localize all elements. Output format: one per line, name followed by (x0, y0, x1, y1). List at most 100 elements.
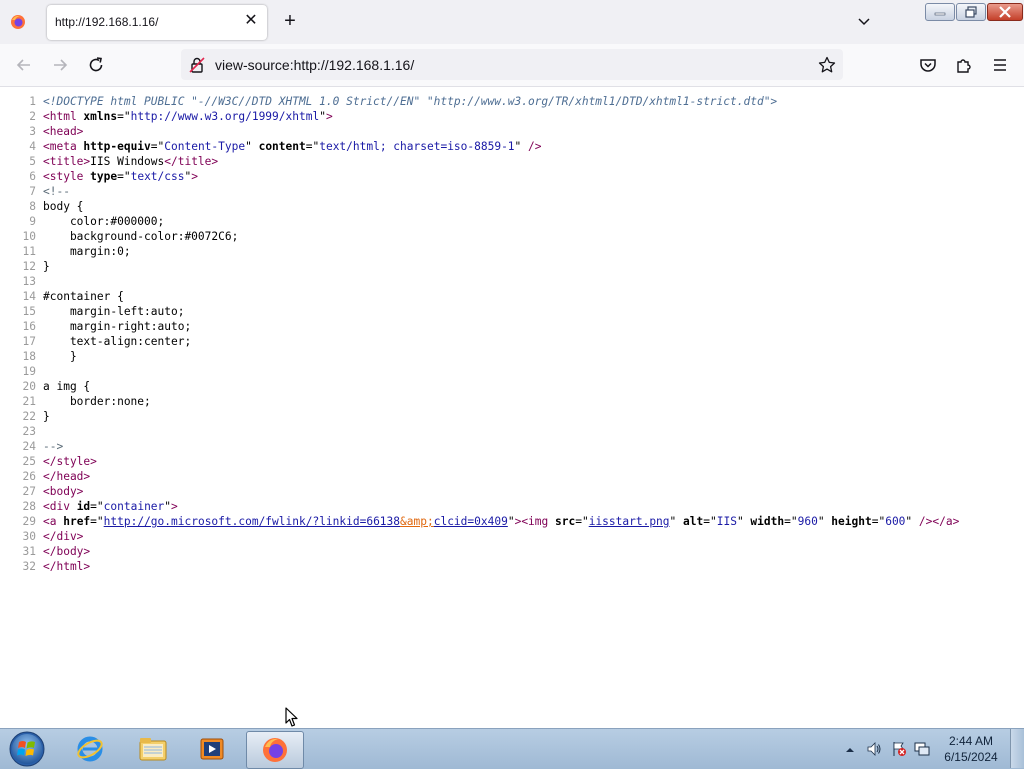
list-all-tabs-icon[interactable] (855, 13, 873, 31)
source-line: 17 text-align:center; (0, 334, 1024, 349)
source-token: --> (43, 440, 64, 453)
source-token: #container { (43, 290, 124, 303)
forward-arrow-icon[interactable] (50, 55, 70, 75)
reload-icon[interactable] (86, 55, 106, 75)
source-token: " (514, 140, 529, 153)
source-token: " (319, 110, 326, 123)
network-icon[interactable] (914, 741, 930, 757)
source-token: =" (117, 170, 131, 183)
line-number: 30 (22, 530, 36, 543)
line-number: 31 (22, 545, 36, 558)
source-token: http-equiv (83, 140, 151, 153)
source-link[interactable]: iisstart.png (589, 515, 670, 528)
source-code: <style type="text/css"> (43, 169, 198, 184)
source-code: } (43, 349, 77, 364)
line-number: 14 (22, 290, 36, 303)
source-code: </head> (43, 469, 90, 484)
source-line: 7 <!-- (0, 184, 1024, 199)
line-number: 6 (29, 170, 36, 183)
url-text[interactable]: view-source:http://192.168.1.16/ (215, 57, 414, 73)
source-link[interactable]: clcid=0x409 (434, 515, 508, 528)
source-token: =" (117, 110, 131, 123)
clock-time: 2:44 AM (948, 734, 994, 748)
source-link[interactable]: &amp; (400, 515, 434, 528)
line-number: 18 (22, 350, 36, 363)
window-minimize-button[interactable] (925, 3, 955, 21)
window-close-button[interactable] (987, 3, 1023, 21)
source-token: margin-left:auto; (43, 305, 185, 318)
line-number: 24 (22, 440, 36, 453)
source-token: IIS (716, 515, 737, 528)
source-line: 32 </html> (0, 559, 1024, 574)
source-code: background-color:#0072C6; (43, 229, 238, 244)
line-number: 9 (29, 215, 36, 228)
source-token: =" (90, 500, 104, 513)
source-line: 30 </div> (0, 529, 1024, 544)
source-code: </style> (43, 454, 97, 469)
hamburger-menu-icon[interactable] (990, 55, 1010, 75)
tab-active[interactable]: http://192.168.1.16/ ✕ (47, 5, 267, 40)
source-token: > (191, 170, 198, 183)
line-number: 27 (22, 485, 36, 498)
line-number: 21 (22, 395, 36, 408)
source-token: <img (521, 515, 555, 528)
line-number: 22 (22, 410, 36, 423)
source-line: 23 (0, 424, 1024, 439)
source-line: 24 --> (0, 439, 1024, 454)
taskbar-windows-explorer[interactable] (124, 731, 180, 767)
source-token: <!DOCTYPE html PUBLIC "-//W3C//DTD XHTML… (43, 95, 778, 108)
window-restore-button[interactable] (956, 3, 986, 21)
source-token: container (103, 500, 165, 513)
source-code: a img { (43, 379, 90, 394)
source-code: margin:0; (43, 244, 131, 259)
source-token: <!-- (43, 185, 70, 198)
back-arrow-icon[interactable] (14, 55, 34, 75)
taskbar-internet-explorer[interactable] (62, 731, 118, 767)
pocket-icon[interactable] (918, 55, 938, 75)
bookmark-star-icon[interactable] (817, 55, 837, 75)
source-line: 1 <!DOCTYPE html PUBLIC "-//W3C//DTD XHTM… (0, 94, 1024, 109)
source-line: 25 </style> (0, 454, 1024, 469)
source-token: <a (43, 515, 64, 528)
source-token: > (325, 110, 333, 123)
source-token: text/html; charset=iso-8859-1 (319, 140, 515, 153)
source-token: border:none; (43, 395, 151, 408)
taskbar-firefox-active[interactable] (246, 731, 304, 769)
source-token: height (831, 515, 872, 528)
action-center-flag-icon[interactable] (891, 741, 907, 757)
source-line: 5 <title>IIS Windows</title> (0, 154, 1024, 169)
show-desktop-button[interactable] (1010, 729, 1024, 768)
source-token: <meta (43, 140, 84, 153)
source-token: > (171, 500, 178, 513)
show-hidden-icons-icon[interactable] (845, 743, 855, 753)
url-bar[interactable]: view-source:http://192.168.1.16/ (181, 49, 843, 80)
source-link[interactable]: http://go.microsoft.com/fwlink/?linkid=6… (104, 515, 400, 528)
source-line: 16 margin-right:auto; (0, 319, 1024, 334)
insecure-lock-icon[interactable] (188, 56, 206, 74)
new-tab-button[interactable]: + (280, 11, 300, 31)
taskbar-media-player[interactable] (184, 731, 240, 767)
source-token: text-align:center; (43, 335, 192, 348)
source-line: 29 <a href="http://go.microsoft.com/fwlin… (0, 514, 1024, 529)
line-number: 2 (29, 110, 36, 123)
page-source-view: 1 <!DOCTYPE html PUBLIC "-//W3C//DTD XHTM… (0, 94, 1024, 574)
source-token: </div> (43, 530, 84, 543)
source-line: 21 border:none; (0, 394, 1024, 409)
source-token: =" (784, 515, 798, 528)
line-number: 26 (22, 470, 36, 483)
close-tab-icon[interactable]: ✕ (243, 13, 259, 29)
source-line: 20 a img { (0, 379, 1024, 394)
source-line: 11 margin:0; (0, 244, 1024, 259)
system-clock[interactable]: 2:44 AM 6/15/2024 (940, 733, 1002, 765)
source-token: body { (43, 200, 84, 213)
extensions-puzzle-icon[interactable] (954, 55, 974, 75)
source-token: =" (150, 140, 165, 153)
windows-start-button-icon[interactable] (7, 730, 47, 768)
source-code: <div id="container"> (43, 499, 178, 514)
firefox-view-icon[interactable] (10, 14, 26, 30)
source-token: =" (305, 140, 320, 153)
source-token: src (555, 515, 576, 528)
volume-speaker-icon[interactable] (866, 741, 882, 757)
source-token: <style (43, 170, 91, 183)
source-token: margin:0; (43, 245, 131, 258)
